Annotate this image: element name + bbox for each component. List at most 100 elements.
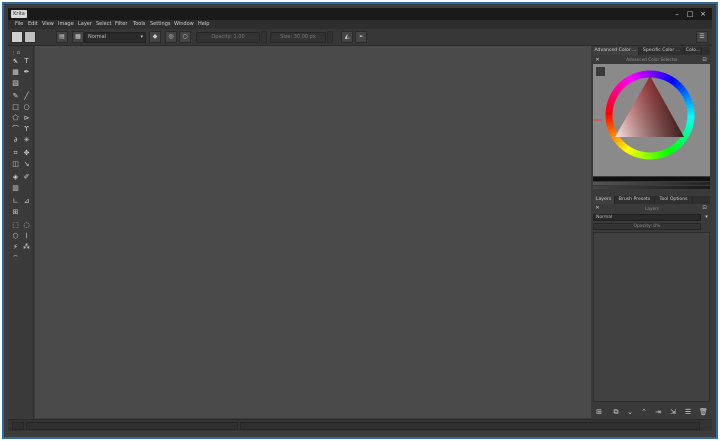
tab-layers[interactable]: Layers <box>593 196 615 204</box>
move-icon[interactable]: ✥ <box>22 149 31 158</box>
color-selector-title: Advanced Color Selector <box>626 57 678 62</box>
rect-select-icon[interactable]: ⬚ <box>11 221 20 230</box>
choose-workspace-icon[interactable]: ▦ <box>72 31 84 43</box>
duplicate-layer-icon[interactable]: ⧉ <box>612 408 620 416</box>
canvas-area[interactable] <box>35 46 591 418</box>
layers-docker-tabs: Layers Brush Presets Tool Options <box>593 196 710 204</box>
menu-file[interactable]: File <box>15 20 23 29</box>
menu-view[interactable]: View <box>42 20 54 29</box>
layer-properties-icon[interactable]: ⇥ <box>654 408 662 416</box>
menu-layer[interactable]: Layer <box>78 20 92 29</box>
polygon-icon[interactable]: ⬠ <box>11 114 20 123</box>
layer-list[interactable] <box>593 232 710 402</box>
minimize-button[interactable]: – <box>672 9 682 19</box>
import-layer-icon[interactable]: ⇲ <box>669 408 677 416</box>
mirror-horizontal-icon[interactable]: ◭ <box>341 31 353 43</box>
menu-select[interactable]: Select <box>96 20 111 29</box>
path-icon[interactable]: ⌒ <box>11 125 20 134</box>
layer-filter-icon[interactable]: ▾ <box>702 213 711 222</box>
krita-logo-icon: Krita <box>11 10 27 18</box>
ellipse-icon[interactable]: ○ <box>22 103 31 112</box>
close-button[interactable]: × <box>698 9 708 19</box>
blend-mode-value: Normal <box>88 34 107 40</box>
line-icon[interactable]: ╱ <box>22 92 31 101</box>
rectangle-icon[interactable]: □ <box>11 103 20 112</box>
layers-float-icon[interactable]: ⊡ <box>700 204 709 213</box>
transform-icon[interactable]: ◫ <box>11 160 20 169</box>
menu-edit[interactable]: Edit <box>28 20 38 29</box>
gradient-icon[interactable]: ▦ <box>11 68 20 77</box>
assistant-icon[interactable]: ↘ <box>22 160 31 169</box>
opacity-slider[interactable]: Opacity: 1.00 <box>196 32 260 43</box>
layer-blend-mode-select[interactable]: Normal <box>593 214 701 221</box>
menu-window[interactable]: Window <box>174 20 194 29</box>
layer-opacity-value: Opacity: 0% <box>633 224 661 229</box>
lock-alpha-icon[interactable]: ○ <box>179 31 191 43</box>
color-shade-bar[interactable] <box>593 182 710 185</box>
edit-brush-settings-icon[interactable]: ▤ <box>56 31 68 43</box>
color-shade-bar-2[interactable] <box>593 186 710 189</box>
preserve-alpha-icon[interactable]: ◎ <box>165 31 177 43</box>
tab-specific-color[interactable]: Specific Color ... <box>639 47 685 55</box>
colorize-mask-icon[interactable]: ▥ <box>11 184 20 193</box>
size-slider[interactable]: Size: 30.00 px <box>270 32 326 43</box>
tab-tool-options[interactable]: Tool Options <box>655 196 693 204</box>
similar-select-icon[interactable]: ⁂ <box>22 243 31 252</box>
opacity-value: 1.00 <box>233 34 245 40</box>
polygon-select-icon[interactable]: ⬡ <box>11 232 20 241</box>
hue-ring-segment <box>687 111 695 116</box>
right-dock: Advanced Color ... Specific Color ... Co… <box>592 46 712 418</box>
measure-icon[interactable]: ∟ <box>11 197 20 206</box>
status-indicator <box>12 422 24 430</box>
tab-color-more[interactable]: Colo... <box>685 47 702 55</box>
color-docker-tabs: Advanced Color ... Specific Color ... Co… <box>593 47 710 55</box>
magic-wand-icon[interactable]: ⚡ <box>11 243 20 252</box>
menu-image[interactable]: Image <box>58 20 74 29</box>
bezier-icon[interactable]: ∂ <box>11 136 20 145</box>
size-spin-arrows[interactable] <box>327 31 333 43</box>
color-history-bar[interactable] <box>593 177 710 181</box>
freehand-path-icon[interactable]: ϒ <box>22 125 31 134</box>
pattern-icon[interactable]: ▧ <box>11 79 20 88</box>
freehand-select-icon[interactable]: ⌇ <box>22 232 31 241</box>
add-layer-icon[interactable]: ⊞ <box>595 408 603 416</box>
hue-ring-segment <box>649 152 654 160</box>
status-bar <box>8 419 712 431</box>
move-layer-up-icon[interactable]: ⌃ <box>640 408 648 416</box>
brush-icon[interactable]: ✎ <box>11 92 20 101</box>
ellipse-select-icon[interactable]: ◌ <box>22 221 31 230</box>
bezier-select-icon[interactable]: ⌔ <box>11 254 20 263</box>
multibrush-icon[interactable]: ✳ <box>22 136 31 145</box>
opacity-spin-arrows[interactable] <box>261 31 267 43</box>
pattern-swatch[interactable] <box>24 31 36 43</box>
polyline-icon[interactable]: ⊳ <box>22 114 31 123</box>
color-wheel-area[interactable] <box>593 64 710 176</box>
menu-filter[interactable]: Filter <box>115 20 127 29</box>
select-icon[interactable]: ↖ <box>11 57 20 66</box>
menu-settings[interactable]: Settings <box>150 20 171 29</box>
reference-icon[interactable]: ⊿ <box>22 197 31 206</box>
layer-opacity-slider[interactable]: Opacity: 0% <box>593 223 701 230</box>
delete-layer-icon[interactable]: 🗑 <box>699 408 708 416</box>
grid-icon[interactable]: ⊞ <box>11 208 20 217</box>
calligraphy-icon[interactable]: ✒ <box>22 68 31 77</box>
menu-tools[interactable]: Tools <box>133 20 145 29</box>
move-layer-down-icon[interactable]: ⌄ <box>626 408 634 416</box>
tab-brush-presets[interactable]: Brush Presets <box>615 196 655 204</box>
eraser-mode-icon[interactable]: ◆ <box>149 31 161 43</box>
eyedropper-icon[interactable]: ✐ <box>22 173 31 182</box>
crop-icon[interactable]: ⌗ <box>11 149 20 158</box>
text-icon[interactable]: T <box>22 57 31 66</box>
status-brush-info <box>26 422 238 430</box>
color-wheel-svg[interactable] <box>593 64 710 176</box>
maximize-button[interactable]: □ <box>685 9 695 19</box>
menu-help[interactable]: Help <box>198 20 209 29</box>
docker-menu-icon[interactable]: ☰ <box>696 31 708 43</box>
mirror-vertical-icon[interactable]: ➢ <box>355 31 367 43</box>
fill-icon[interactable]: ◈ <box>11 173 20 182</box>
blend-mode-select[interactable]: Normal ▾ <box>84 32 146 43</box>
layers-close-icon[interactable]: ✕ <box>593 204 602 213</box>
layer-menu-icon[interactable]: ☰ <box>684 408 692 416</box>
tab-advanced-color[interactable]: Advanced Color ... <box>593 47 639 55</box>
brush-preset-thumbnail[interactable] <box>11 31 23 43</box>
